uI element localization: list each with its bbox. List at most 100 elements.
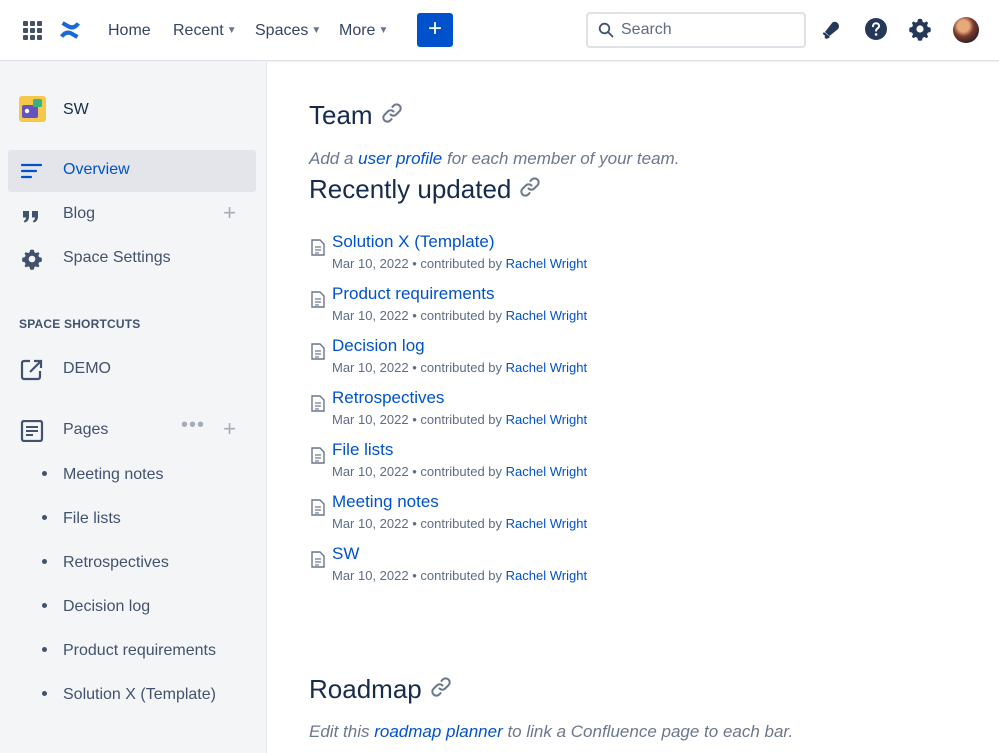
team-hint-prefix: Add a (309, 149, 359, 168)
meta-text: Mar 10, 2022 • contributed by (332, 360, 506, 375)
avatar[interactable] (953, 17, 979, 43)
nav-spaces-label: Spaces (255, 22, 309, 39)
main-content: Team Add a user profile for each member … (268, 62, 999, 753)
page-tree-label: Retrospectives (63, 554, 169, 571)
user-profile-link[interactable]: user profile (358, 149, 442, 168)
recent-page-item[interactable]: Product requirements Mar 10, 2022 • cont… (309, 284, 809, 328)
roadmap-hint: Edit this roadmap planner to link a Conf… (309, 722, 793, 742)
sidebar-item-label: Overview (63, 161, 130, 178)
recent-page-item[interactable]: Decision log Mar 10, 2022 • contributed … (309, 336, 809, 380)
add-blog-button[interactable]: + (223, 200, 236, 226)
search-box[interactable] (586, 12, 806, 48)
recent-page-title[interactable]: Product requirements (332, 284, 495, 304)
recent-page-title[interactable]: Decision log (332, 336, 425, 356)
page-tree-item[interactable]: Solution X (Template) (42, 686, 216, 704)
page-icon (311, 239, 325, 256)
author-link[interactable]: Rachel Wright (506, 360, 587, 375)
link-icon[interactable] (381, 102, 403, 124)
sidebar-shortcut-demo[interactable]: DEMO (8, 349, 256, 391)
bullet-icon (42, 515, 47, 520)
roadmap-heading-text: Roadmap (309, 674, 422, 704)
recent-page-title[interactable]: Retrospectives (332, 388, 444, 408)
meta-text: Mar 10, 2022 • contributed by (332, 464, 506, 479)
recent-page-title[interactable]: SW (332, 544, 359, 564)
page-tree-item[interactable]: Retrospectives (42, 554, 169, 572)
add-page-button[interactable]: + (223, 416, 236, 442)
recent-page-meta: Mar 10, 2022 • contributed by Rachel Wri… (332, 568, 587, 583)
recent-page-meta: Mar 10, 2022 • contributed by Rachel Wri… (332, 308, 587, 323)
nav-recent[interactable]: Recent ▼ (173, 20, 237, 42)
page-tree-label: Decision log (63, 598, 151, 615)
team-heading-text: Team (309, 100, 373, 130)
sidebar-item-pages[interactable]: Pages ••• + (8, 410, 256, 452)
recent-page-title[interactable]: Solution X (Template) (332, 232, 495, 252)
recent-page-title[interactable]: Meeting notes (332, 492, 439, 512)
page-icon (311, 343, 325, 360)
create-button[interactable]: + (417, 13, 453, 47)
nav-more[interactable]: More ▼ (339, 20, 388, 42)
app-switcher-icon[interactable] (23, 21, 42, 40)
recent-page-meta: Mar 10, 2022 • contributed by Rachel Wri… (332, 412, 587, 427)
author-link[interactable]: Rachel Wright (506, 568, 587, 583)
notifications-icon[interactable] (820, 17, 844, 41)
recent-page-item[interactable]: SW Mar 10, 2022 • contributed by Rachel … (309, 544, 809, 588)
bullet-icon (42, 471, 47, 476)
space-logo-icon (19, 96, 46, 122)
space-shortcuts-title: SPACE SHORTCUTS (19, 317, 141, 331)
bullet-icon (42, 559, 47, 564)
link-icon[interactable] (430, 676, 452, 698)
settings-icon[interactable] (908, 17, 932, 41)
page-tree-item[interactable]: Meeting notes (42, 466, 164, 484)
bullet-icon (42, 647, 47, 652)
meta-text: Mar 10, 2022 • contributed by (332, 516, 506, 531)
meta-text: Mar 10, 2022 • contributed by (332, 256, 506, 271)
sidebar-item-space-settings[interactable]: Space Settings (8, 238, 256, 280)
sidebar: SW Overview Blog + Space Settings SPACE … (0, 62, 267, 753)
author-link[interactable]: Rachel Wright (506, 464, 587, 479)
nav-more-label: More (339, 22, 376, 39)
space-name: SW (63, 101, 89, 118)
link-icon[interactable] (519, 176, 541, 198)
roadmap-planner-link[interactable]: roadmap planner (374, 722, 503, 741)
gear-icon (22, 249, 42, 270)
confluence-logo-icon[interactable] (58, 18, 82, 42)
author-link[interactable]: Rachel Wright (506, 412, 587, 427)
help-icon[interactable] (864, 17, 888, 41)
sidebar-item-label: Space Settings (63, 249, 171, 266)
recent-page-item[interactable]: Solution X (Template) Mar 10, 2022 • con… (309, 232, 809, 276)
nav-spaces[interactable]: Spaces ▼ (255, 20, 321, 42)
nav-home[interactable]: Home (108, 20, 151, 42)
recent-page-meta: Mar 10, 2022 • contributed by Rachel Wri… (332, 464, 587, 479)
recently-updated-heading-text: Recently updated (309, 174, 512, 204)
page-tree-label: File lists (63, 510, 121, 527)
top-navigation: Home Recent ▼ Spaces ▼ More ▼ + (0, 0, 999, 61)
page-tree-label: Meeting notes (63, 466, 164, 483)
page-tree-item[interactable]: Decision log (42, 598, 150, 616)
team-hint: Add a user profile for each member of yo… (309, 149, 679, 169)
page-tree-label: Solution X (Template) (63, 686, 216, 703)
search-input[interactable] (621, 20, 791, 40)
recently-updated-heading: Recently updated (309, 174, 541, 206)
pages-more-button[interactable]: ••• (181, 414, 205, 437)
recent-page-title[interactable]: File lists (332, 440, 393, 460)
sidebar-item-overview[interactable]: Overview (8, 150, 256, 192)
bullet-icon (42, 691, 47, 696)
recent-page-meta: Mar 10, 2022 • contributed by Rachel Wri… (332, 256, 587, 271)
recent-page-meta: Mar 10, 2022 • contributed by Rachel Wri… (332, 516, 587, 531)
recent-page-item[interactable]: File lists Mar 10, 2022 • contributed by… (309, 440, 809, 484)
page-tree-item[interactable]: Product requirements (42, 642, 216, 660)
page-icon (311, 291, 325, 308)
sidebar-item-label: Pages (63, 421, 109, 438)
recent-page-item[interactable]: Meeting notes Mar 10, 2022 • contributed… (309, 492, 809, 536)
nav-home-label: Home (108, 22, 151, 39)
recent-page-item[interactable]: Retrospectives Mar 10, 2022 • contribute… (309, 388, 809, 432)
page-icon (311, 499, 325, 516)
external-link-icon (20, 359, 43, 381)
recent-page-meta: Mar 10, 2022 • contributed by Rachel Wri… (332, 360, 587, 375)
page-tree-item[interactable]: File lists (42, 510, 121, 528)
roadmap-heading: Roadmap (309, 674, 452, 706)
author-link[interactable]: Rachel Wright (506, 256, 587, 271)
author-link[interactable]: Rachel Wright (506, 308, 587, 323)
sidebar-item-blog[interactable]: Blog + (8, 194, 256, 236)
author-link[interactable]: Rachel Wright (506, 516, 587, 531)
